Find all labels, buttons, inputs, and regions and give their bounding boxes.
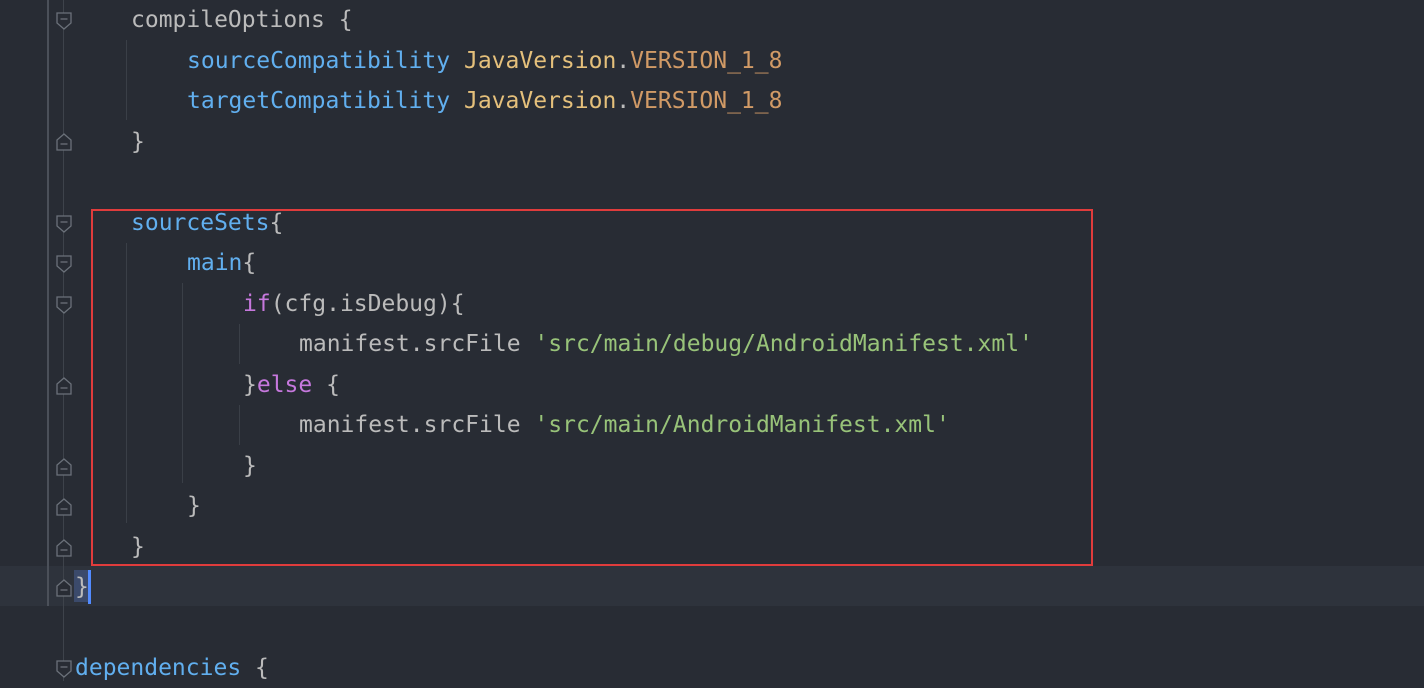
code-line[interactable] (0, 608, 1424, 648)
annotation-highlight-box (91, 209, 1093, 566)
code-token: . (616, 48, 631, 74)
code-token: VERSION_1_8 (630, 88, 783, 114)
code-token: targetCompatibility (187, 88, 451, 114)
code-line[interactable]: targetCompatibility JavaVersion.VERSION_… (0, 81, 1424, 121)
code-token: } (75, 574, 89, 600)
code-editor[interactable]: compileOptions { sourceCompatibility Jav… (0, 0, 1424, 681)
code-token: dependencies (75, 655, 242, 681)
code-token: JavaVersion (463, 48, 617, 74)
code-token: { (241, 655, 269, 681)
code-token: compileOptions { (131, 7, 353, 33)
code-line[interactable]: } (0, 567, 1424, 607)
code-token: VERSION_1_8 (630, 48, 783, 74)
code-line[interactable] (0, 162, 1424, 202)
code-token: sourceCompatibility (187, 48, 451, 74)
code-line[interactable]: sourceCompatibility JavaVersion.VERSION_… (0, 41, 1424, 81)
code-line[interactable]: dependencies { (0, 648, 1424, 688)
code-token: } (131, 129, 145, 155)
code-token: . (616, 88, 631, 114)
code-token: JavaVersion (463, 88, 617, 114)
code-line[interactable]: } (0, 122, 1424, 162)
code-line[interactable]: compileOptions { (0, 0, 1424, 40)
